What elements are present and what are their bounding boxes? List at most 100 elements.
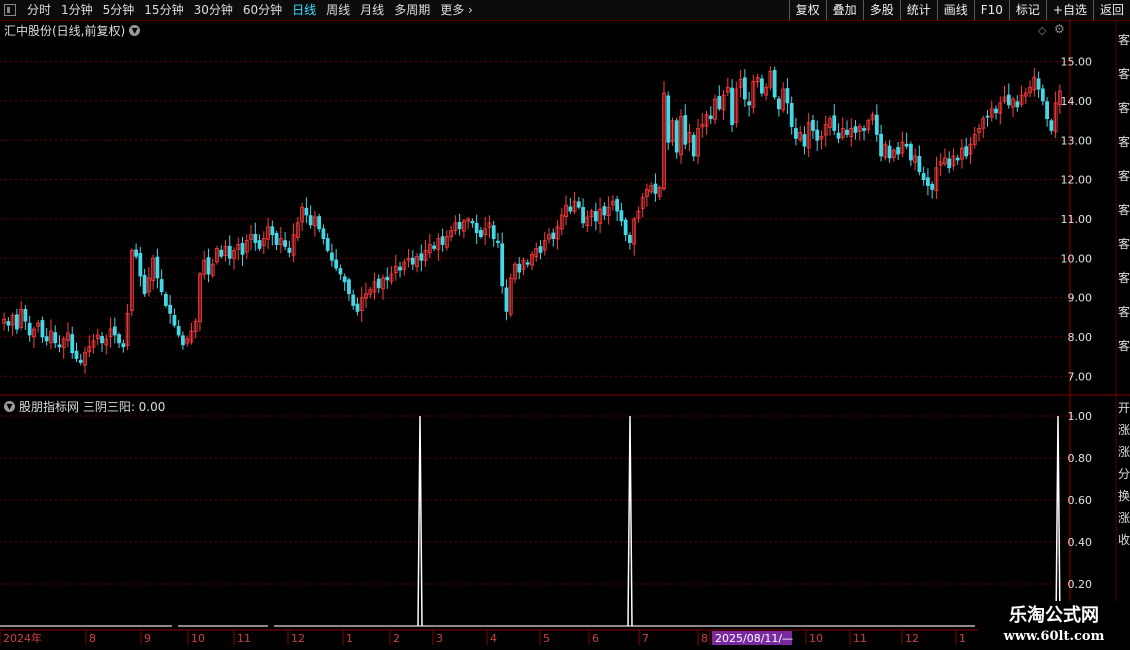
candle-body: [44, 336, 49, 342]
date-tick-label: 5: [543, 632, 550, 645]
watermark-title: 乐淘公式网: [1009, 605, 1099, 626]
candle-body: [351, 294, 356, 306]
candle-body: [206, 257, 211, 275]
candle-body: [985, 115, 990, 118]
indicator-tick-label: 0.80: [1068, 452, 1093, 465]
candle-body: [581, 207, 585, 224]
candle-body: [419, 253, 424, 261]
date-tick-label: 2: [393, 632, 400, 645]
candle-body: [862, 128, 866, 131]
date-cursor-label: 2025/08/11/—: [715, 632, 793, 645]
candle-body: [908, 143, 913, 161]
candle-body: [227, 245, 232, 259]
candle-body: [619, 210, 624, 222]
candle-body: [602, 206, 607, 216]
price-tick-label: 13.00: [1061, 134, 1093, 147]
candle-body: [815, 129, 820, 141]
candle-body: [832, 115, 837, 131]
date-tick-label: 12: [905, 632, 919, 645]
candle-body: [994, 108, 998, 114]
candle-body: [628, 234, 632, 243]
candle-body: [283, 240, 287, 247]
candle-body: [926, 177, 930, 186]
candle-body: [112, 326, 117, 336]
price-tick-label: 7.00: [1068, 370, 1093, 383]
candle-body: [777, 98, 781, 110]
candle-body: [955, 157, 960, 161]
price-tick-label: 15.00: [1061, 56, 1093, 69]
candle-body: [879, 133, 883, 157]
candle-body: [74, 350, 79, 359]
candle-body: [708, 115, 713, 120]
candle-body: [6, 321, 11, 326]
date-tick-label: 10: [191, 632, 205, 645]
candle-body: [683, 115, 688, 145]
candle-body: [27, 322, 32, 336]
price-tick-label: 8.00: [1068, 331, 1093, 344]
candle-body: [887, 145, 892, 159]
candle-body: [287, 247, 292, 253]
candle-body: [794, 128, 798, 139]
watermark-url: www.60lt.com: [1003, 629, 1105, 644]
candle-body: [470, 220, 475, 224]
candle-body: [874, 114, 879, 135]
candle-body: [181, 335, 185, 346]
candle-body: [270, 226, 275, 236]
candle-body: [896, 147, 900, 155]
candle-body: [172, 315, 177, 326]
date-tick-label: 3: [436, 632, 443, 645]
candle-body: [164, 294, 168, 306]
candle-body: [789, 103, 794, 127]
candle-body: [1045, 101, 1049, 120]
candle-body: [551, 232, 556, 239]
candle-body: [904, 143, 909, 147]
side-panel-text: 客: [1118, 32, 1130, 47]
candle-body: [317, 216, 322, 230]
candle-body: [168, 304, 173, 314]
candle-body: [479, 230, 483, 238]
candle-body: [347, 279, 351, 295]
date-tick-label: 4: [490, 632, 497, 645]
candle-body: [440, 236, 445, 245]
candle-body: [576, 201, 581, 208]
date-tick-label: 12: [291, 632, 305, 645]
candle-body: [496, 240, 500, 243]
date-tick-label: 1: [959, 632, 966, 645]
side-panel-text: 客: [1118, 338, 1130, 353]
candle-body: [1015, 101, 1020, 108]
candle-body: [274, 232, 279, 245]
candle-body: [538, 246, 543, 253]
candle-body: [15, 314, 19, 330]
side-panel-text: 客: [1118, 66, 1130, 81]
date-tick-label: 8: [701, 632, 708, 645]
candle-body: [930, 183, 935, 190]
side-panel-text: 客: [1118, 168, 1130, 183]
kline-chart[interactable]: 15.0014.0013.0012.0011.0010.009.008.007.…: [0, 0, 1130, 650]
candle-body: [717, 96, 722, 110]
candle-body: [325, 238, 330, 251]
candle-body: [802, 134, 807, 147]
candle-body: [53, 332, 58, 344]
indicator-tick-label: 0.40: [1068, 536, 1093, 549]
candle-body: [845, 129, 849, 135]
candle-body: [917, 156, 922, 173]
candle-body: [134, 249, 138, 257]
candle-body: [40, 320, 45, 338]
side-panel-text: 分: [1118, 467, 1130, 481]
candle-body: [811, 119, 815, 131]
date-tick-label: 11: [237, 632, 251, 645]
price-tick-label: 10.00: [1061, 252, 1093, 265]
candle-body: [517, 263, 522, 273]
candle-body: [691, 134, 696, 157]
candle-body: [117, 334, 121, 344]
candle-body: [398, 266, 402, 271]
candle-body: [70, 334, 75, 354]
candle-body: [457, 221, 462, 230]
date-tick-label: 6: [592, 632, 599, 645]
date-tick-label: 1: [346, 632, 353, 645]
candle-body: [155, 256, 160, 279]
side-panel-text: 客: [1118, 236, 1130, 251]
candle-body: [785, 88, 790, 104]
candle-body: [853, 126, 858, 133]
candle-body: [257, 240, 262, 249]
